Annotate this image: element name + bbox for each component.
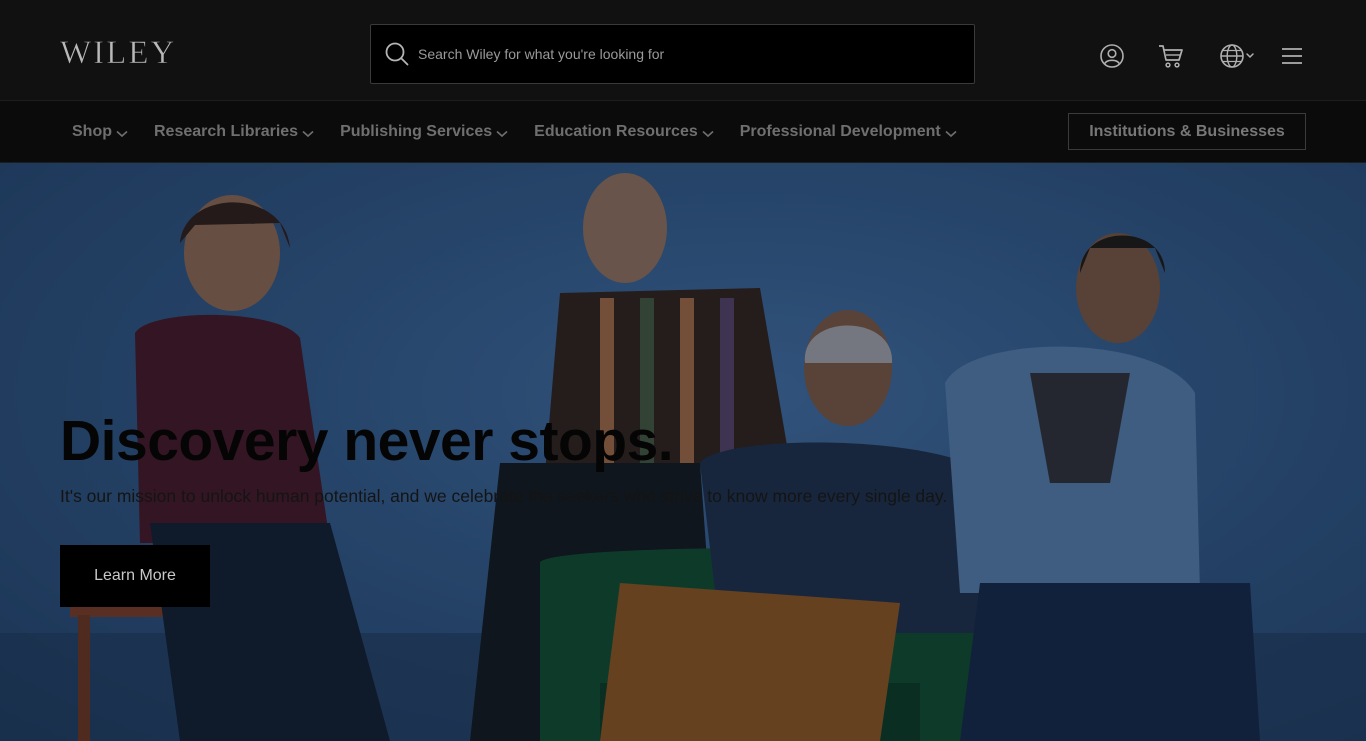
search-icon[interactable] xyxy=(384,41,410,67)
chevron-down-icon xyxy=(496,130,508,138)
nav-item-professional-development[interactable]: Professional Development xyxy=(740,123,957,141)
globe-icon[interactable] xyxy=(1219,42,1257,70)
learn-more-button[interactable]: Learn More xyxy=(60,545,210,607)
menu-icon[interactable] xyxy=(1280,42,1304,70)
nav-item-label: Professional Development xyxy=(739,123,941,140)
institutions-businesses-button[interactable]: Institutions & Businesses xyxy=(1068,113,1306,150)
main-nav: Shop Research Libraries Publishing Servi… xyxy=(0,100,1366,163)
nav-item-shop[interactable]: Shop xyxy=(72,123,128,141)
cart-icon[interactable] xyxy=(1157,42,1185,70)
search-input[interactable] xyxy=(418,46,974,62)
nav-menu: Shop Research Libraries Publishing Servi… xyxy=(72,101,983,163)
nav-item-label: Shop xyxy=(72,123,112,140)
search-bar[interactable] xyxy=(370,24,975,84)
chevron-down-icon xyxy=(702,130,714,138)
hero-banner: Discovery never stops. It's our mission … xyxy=(0,163,1366,741)
wiley-logo[interactable]: WILEY xyxy=(60,36,176,71)
nav-item-label: Publishing Services xyxy=(340,123,493,140)
nav-item-publishing-services[interactable]: Publishing Services xyxy=(340,123,508,141)
hero-title: Discovery never stops. xyxy=(60,409,674,473)
nav-item-label: Research Libraries xyxy=(154,123,299,140)
chevron-down-icon xyxy=(302,130,314,138)
hero-subtitle: It's our mission to unlock human potenti… xyxy=(60,486,948,506)
account-icon[interactable] xyxy=(1099,42,1125,70)
site-header: WILEY xyxy=(0,0,1366,100)
chevron-down-icon xyxy=(116,130,128,138)
nav-item-label: Education Resources xyxy=(534,123,698,140)
chevron-down-icon xyxy=(945,130,957,138)
nav-item-education-resources[interactable]: Education Resources xyxy=(534,123,714,141)
nav-item-research-libraries[interactable]: Research Libraries xyxy=(154,123,314,141)
